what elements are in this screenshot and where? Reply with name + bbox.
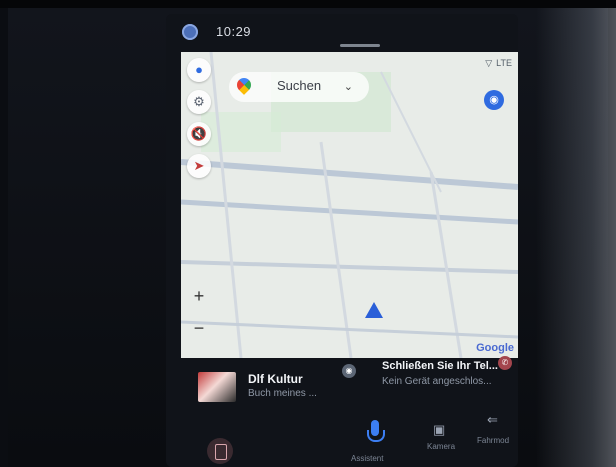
mute-icon: 🔇: [190, 126, 208, 141]
dashboard-reflection: [536, 8, 616, 467]
zoom-in-button[interactable]: +: [187, 284, 211, 308]
chevron-down-icon[interactable]: ⌄: [344, 80, 353, 93]
app-launcher-button[interactable]: [207, 438, 233, 464]
search-label: Suchen: [277, 78, 322, 93]
clock: 10:29: [216, 24, 252, 39]
phone-frame-icon: [215, 444, 227, 460]
drive-mode-label: Fahrmod: [477, 436, 510, 445]
google-attribution: Google: [476, 342, 514, 354]
assistant-label: Assistent: [351, 454, 384, 463]
media-app-badge-icon: ◉: [342, 364, 356, 378]
phone-title: Schließen Sie Ihr Tel...: [382, 360, 498, 372]
media-subtitle: Buch meines ...: [248, 388, 317, 399]
map-search[interactable]: Suchen ⌄: [229, 72, 369, 102]
bottom-dock: Assistent ▣ Kamera ⇐ Fahrmod: [181, 412, 518, 467]
album-art: [198, 372, 236, 402]
mic-icon: ●: [195, 62, 203, 77]
assistant-mic-button[interactable]: [365, 420, 385, 446]
media-card[interactable]: Dlf Kultur Buch meines ... ◉: [190, 360, 356, 406]
gear-icon: ⚙: [193, 94, 205, 109]
maps-logo-icon: [234, 75, 254, 95]
media-title: Dlf Kultur: [248, 372, 303, 386]
camera-icon[interactable]: ▣: [433, 422, 445, 438]
mute-button[interactable]: 🔇: [187, 122, 211, 146]
google-account-icon[interactable]: [182, 24, 198, 40]
top-black-strip: [0, 0, 616, 8]
voice-search-button[interactable]: ●: [187, 58, 211, 82]
phone-badge-icon: ✆: [498, 356, 512, 370]
zoom-out-button[interactable]: −: [187, 316, 211, 340]
signal-status: ▽ LTE: [485, 58, 512, 69]
compass-button[interactable]: ➤: [187, 154, 211, 178]
map-view[interactable]: ▽ LTE Suchen ⌄ ● ⚙ 🔇 ➤ ◉ + − Google: [181, 52, 518, 358]
compass-icon: ➤: [193, 158, 205, 173]
account-button[interactable]: ◉: [484, 90, 504, 110]
wifi-icon: ▽: [485, 58, 493, 68]
mic-stand-icon: [367, 430, 385, 442]
current-location-arrow-icon: [365, 302, 383, 318]
person-icon: ◉: [489, 94, 499, 106]
camera-label: Kamera: [427, 442, 456, 451]
status-bar: 10:29: [176, 18, 516, 46]
phone-card[interactable]: Schließen Sie Ihr Tel... Kein Gerät ange…: [372, 356, 522, 406]
photo-frame: 10:29 ▽ LTE Suchen ⌄ ● ⚙ 🔇 ➤ ◉ + − Googl…: [0, 0, 616, 467]
drive-mode-icon[interactable]: ⇐: [487, 412, 498, 428]
drag-handle[interactable]: [340, 44, 380, 47]
lte-label: LTE: [496, 58, 512, 68]
settings-button[interactable]: ⚙: [187, 90, 211, 114]
phone-subtitle: Kein Gerät angeschlos...: [382, 376, 492, 387]
